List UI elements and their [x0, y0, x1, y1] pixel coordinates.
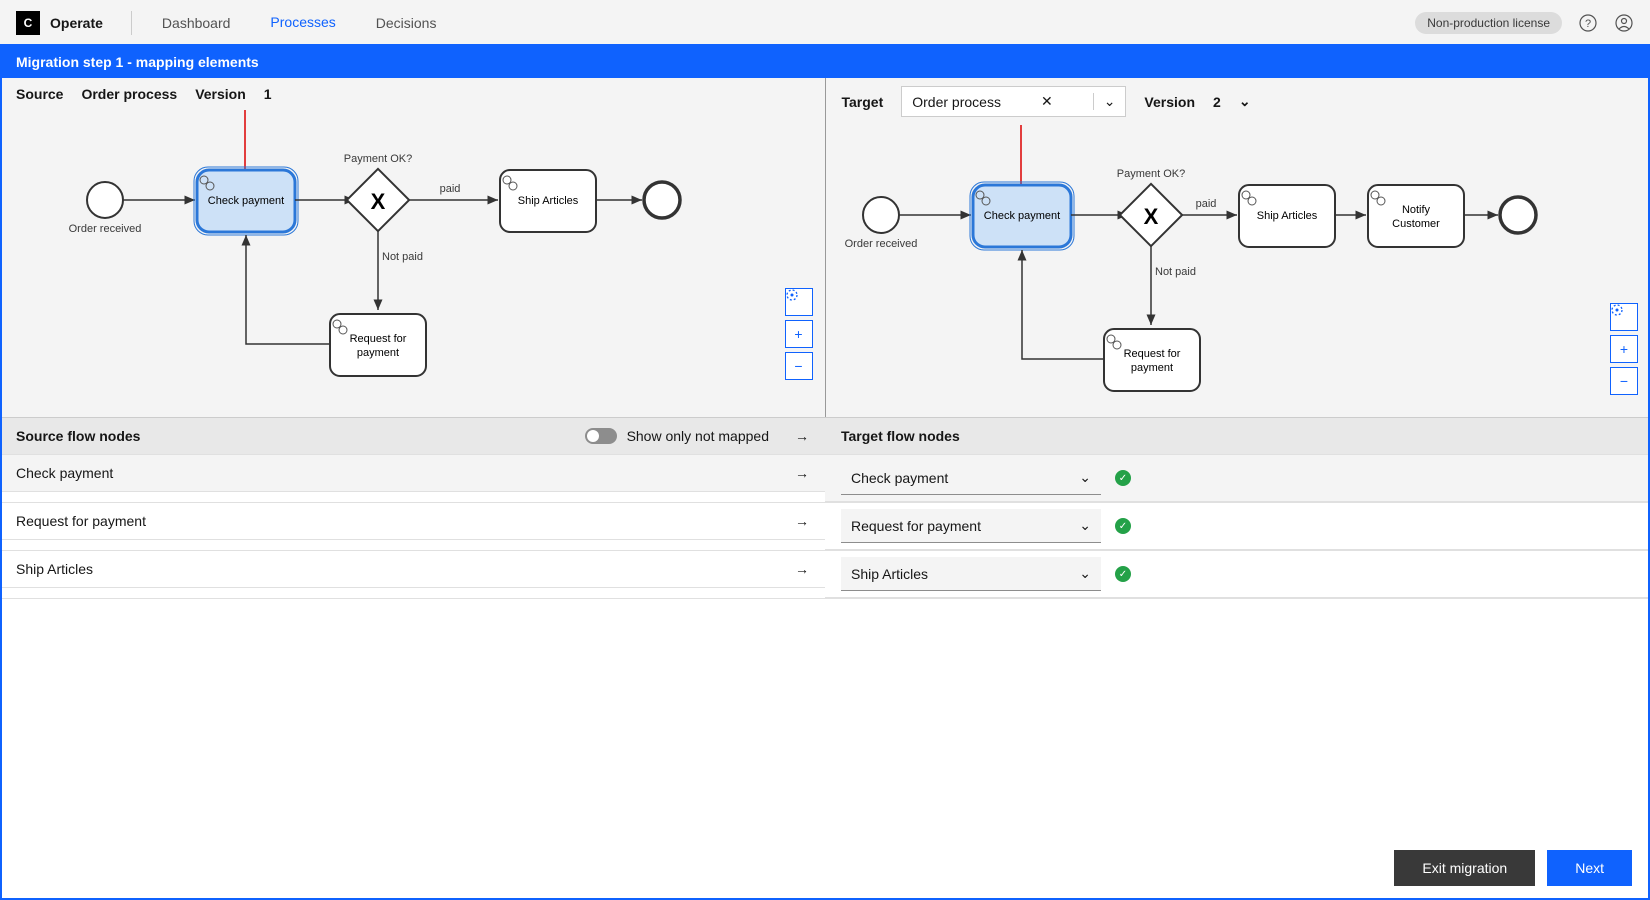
flow-row-1: Request for payment → Request for paymen…: [0, 503, 1650, 551]
source-flow-title: Source flow nodes: [16, 428, 140, 444]
start-label: Order received: [69, 223, 142, 235]
flow-row-2: Ship Articles → Ship Articles ⌄ ✓: [0, 551, 1650, 599]
svg-text:payment: payment: [357, 347, 399, 359]
user-icon[interactable]: [1614, 13, 1634, 33]
svg-text:Not paid: Not paid: [1155, 266, 1196, 278]
source-title: Source: [16, 86, 63, 102]
app-logo: C: [16, 11, 40, 35]
svg-text:Check payment: Check payment: [983, 210, 1059, 222]
arrow-right-icon: →: [795, 513, 809, 529]
svg-text:paid: paid: [440, 183, 461, 195]
arrow-right-icon: →: [795, 428, 809, 444]
target-flow-row: Request for payment ⌄ ✓: [825, 503, 1650, 550]
help-icon[interactable]: ?: [1578, 13, 1598, 33]
svg-text:?: ?: [1585, 18, 1591, 30]
source-panel: Source Order process Version 1 Order rec…: [0, 78, 826, 417]
source-panel-header: Source Order process Version 1: [0, 78, 825, 110]
chevron-down-icon[interactable]: ⌄: [1093, 93, 1116, 110]
svg-text:Not paid: Not paid: [382, 251, 423, 263]
svg-text:X: X: [1143, 204, 1158, 229]
app-brand: Operate: [50, 15, 103, 31]
source-zoom-controls: + −: [785, 288, 813, 380]
source-flow-label: Request for payment: [16, 513, 146, 529]
chevron-down-icon: ⌄: [1079, 517, 1091, 534]
flow-nodes-header-row: Source flow nodes Show only not mapped →…: [0, 418, 1650, 455]
target-flow-value: Ship Articles: [851, 566, 928, 582]
source-flow-row[interactable]: Ship Articles →: [0, 551, 825, 588]
next-button[interactable]: Next: [1547, 850, 1632, 886]
source-version-label: Version: [195, 86, 246, 102]
chevron-down-icon: ⌄: [1079, 469, 1091, 486]
svg-text:Check payment: Check payment: [208, 195, 284, 207]
footer-actions: Exit migration Next: [0, 838, 1650, 900]
svg-text:X: X: [371, 189, 386, 214]
target-flow-select[interactable]: Ship Articles ⌄: [841, 557, 1101, 591]
target-process-select[interactable]: Order process ✕ ⌄: [901, 86, 1126, 117]
target-version: 2: [1213, 94, 1221, 110]
top-header: C Operate Dashboard Processes Decisions …: [0, 0, 1650, 46]
svg-text:Payment OK?: Payment OK?: [1116, 168, 1184, 180]
nav-dashboard[interactable]: Dashboard: [142, 1, 251, 45]
zoom-in-button[interactable]: +: [785, 320, 813, 348]
arrow-right-icon: →: [795, 561, 809, 577]
source-flow-header: Source flow nodes Show only not mapped →: [0, 418, 825, 454]
svg-text:Customer: Customer: [1392, 218, 1440, 230]
target-flow-title: Target flow nodes: [841, 428, 960, 444]
source-flow-label: Check payment: [16, 465, 113, 481]
exit-migration-button[interactable]: Exit migration: [1394, 850, 1535, 886]
arrow-right-icon: →: [795, 465, 809, 481]
target-title: Target: [842, 94, 884, 110]
source-version: 1: [264, 86, 272, 102]
source-flow-row[interactable]: Request for payment →: [0, 503, 825, 540]
target-zoom-controls: + −: [1610, 303, 1638, 395]
target-panel: Target Order process ✕ ⌄ Version 2 ⌄ Ord…: [826, 78, 1650, 417]
zoom-reset-button[interactable]: [1610, 303, 1638, 331]
target-flow-row: Ship Articles ⌄ ✓: [825, 551, 1650, 598]
mapped-check-icon: ✓: [1115, 566, 1131, 582]
target-flow-value: Request for payment: [851, 518, 981, 534]
source-diagram[interactable]: Order received Check payment X Payment O…: [0, 110, 825, 400]
svg-text:Request for: Request for: [1123, 348, 1180, 360]
zoom-out-button[interactable]: −: [1610, 367, 1638, 395]
mapped-check-icon: ✓: [1115, 470, 1131, 486]
diagram-panels: Source Order process Version 1 Order rec…: [0, 78, 1650, 418]
show-not-mapped-toggle[interactable]: [585, 428, 617, 444]
svg-text:Ship Articles: Ship Articles: [518, 195, 579, 207]
mapped-check-icon: ✓: [1115, 518, 1131, 534]
migration-banner: Migration step 1 - mapping elements: [0, 46, 1650, 78]
target-diagram[interactable]: Order received Check payment X Payment O…: [826, 125, 1650, 415]
target-flow-value: Check payment: [851, 470, 948, 486]
chevron-down-icon: ⌄: [1079, 565, 1091, 582]
flow-row-0: Check payment → Check payment ⌄ ✓: [0, 455, 1650, 503]
source-process: Order process: [81, 86, 177, 102]
target-flow-select[interactable]: Request for payment ⌄: [841, 509, 1101, 543]
target-panel-header: Target Order process ✕ ⌄ Version 2 ⌄: [826, 78, 1650, 125]
license-badge: Non-production license: [1415, 12, 1562, 34]
target-flow-select[interactable]: Check payment ⌄: [841, 461, 1101, 495]
target-process-value: Order process: [912, 94, 1001, 110]
toggle-label: Show only not mapped: [627, 428, 769, 444]
svg-text:Ship Articles: Ship Articles: [1256, 210, 1317, 222]
target-bpmn-svg: Order received Check payment X Payment O…: [826, 125, 1576, 415]
svg-text:Payment OK?: Payment OK?: [344, 153, 412, 165]
zoom-out-button[interactable]: −: [785, 352, 813, 380]
divider: [131, 11, 132, 35]
version-chevron-down-icon[interactable]: ⌄: [1239, 93, 1251, 110]
svg-text:payment: payment: [1130, 362, 1172, 374]
svg-text:Order received: Order received: [844, 238, 917, 250]
zoom-reset-button[interactable]: [785, 288, 813, 316]
svg-text:Notify: Notify: [1401, 204, 1430, 216]
svg-text:paid: paid: [1195, 198, 1216, 210]
source-bpmn-svg: Order received Check payment X Payment O…: [0, 110, 750, 400]
svg-text:Request for: Request for: [350, 333, 407, 345]
nav-processes[interactable]: Processes: [250, 0, 355, 47]
target-version-label: Version: [1144, 94, 1195, 110]
nav-decisions[interactable]: Decisions: [356, 1, 457, 45]
zoom-in-button[interactable]: +: [1610, 335, 1638, 363]
target-flow-header: Target flow nodes: [825, 418, 1650, 454]
target-flow-row: Check payment ⌄ ✓: [825, 455, 1650, 502]
source-flow-row[interactable]: Check payment →: [0, 455, 825, 492]
source-flow-label: Ship Articles: [16, 561, 93, 577]
clear-selection-icon[interactable]: ✕: [1041, 93, 1053, 110]
